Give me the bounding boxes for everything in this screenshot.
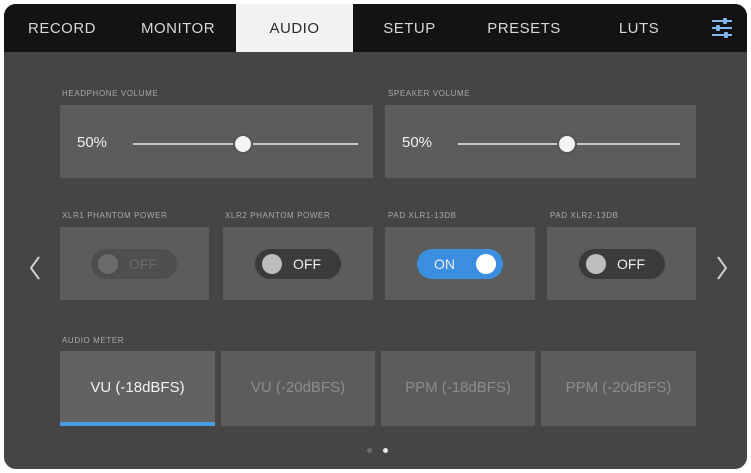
pad-xlr1-panel: ON — [385, 227, 535, 300]
toggle-knob — [262, 254, 282, 274]
xlr1-phantom-power-toggle[interactable]: OFF — [91, 249, 177, 279]
page-dot-1[interactable] — [367, 448, 372, 453]
toggle-state: OFF — [129, 256, 157, 272]
xlr2-phantom-power-toggle[interactable]: OFF — [255, 249, 341, 279]
toggle-knob — [98, 254, 118, 274]
audio-settings-screen: RECORD MONITOR AUDIO SETUP PRESETS LUTS … — [4, 4, 747, 469]
previous-page-button[interactable] — [24, 251, 46, 285]
speaker-volume-panel: 50% — [385, 105, 696, 178]
page-dot-2[interactable] — [383, 448, 388, 453]
headphone-volume-panel: 50% — [60, 105, 373, 178]
tab-luts[interactable]: LUTS — [582, 4, 696, 52]
speaker-volume-label: SPEAKER VOLUME — [388, 89, 471, 98]
sliders-icon — [711, 18, 732, 38]
toggle-knob — [476, 254, 496, 274]
speaker-volume-value: 50% — [402, 134, 433, 151]
xlr1-phantom-power-label: XLR1 PHANTOM POWER — [62, 211, 168, 220]
pad-xlr2-label: PAD XLR2-13dB — [550, 211, 619, 220]
settings-button[interactable] — [696, 4, 747, 52]
option-label: PPM (-18dBFS) — [405, 379, 511, 396]
toggle-state: OFF — [617, 256, 645, 272]
xlr2-phantom-power-panel: OFF — [223, 227, 373, 300]
audio-meter-option-vu-18[interactable]: VU (-18dBFS) — [60, 351, 215, 426]
headphone-volume-knob[interactable] — [233, 134, 253, 154]
pad-xlr2-panel: OFF — [547, 227, 696, 300]
audio-meter-label: AUDIO METER — [62, 336, 125, 345]
toggle-state: ON — [434, 256, 455, 272]
tab-bar: RECORD MONITOR AUDIO SETUP PRESETS LUTS — [4, 4, 747, 52]
tab-audio[interactable]: AUDIO — [236, 4, 353, 52]
tab-monitor[interactable]: MONITOR — [120, 4, 236, 52]
pad-xlr2-toggle[interactable]: OFF — [579, 249, 665, 279]
audio-meter-option-ppm-20[interactable]: PPM (-20dBFS) — [541, 351, 696, 426]
pad-xlr1-label: PAD XLR1-13dB — [388, 211, 457, 220]
headphone-volume-value: 50% — [77, 134, 108, 151]
next-page-button[interactable] — [711, 251, 733, 285]
xlr2-phantom-power-label: XLR2 PHANTOM POWER — [225, 211, 331, 220]
option-label: VU (-20dBFS) — [250, 379, 346, 396]
selected-indicator — [60, 422, 215, 426]
option-label: VU (-18dBFS) — [90, 379, 185, 396]
audio-meter-option-ppm-18[interactable]: PPM (-18dBFS) — [381, 351, 535, 426]
chevron-left-icon — [29, 256, 40, 280]
option-label: PPM (-20dBFS) — [565, 379, 672, 396]
speaker-volume-knob[interactable] — [557, 134, 577, 154]
xlr1-phantom-power-panel: OFF — [60, 227, 209, 300]
audio-meter-option-vu-20[interactable]: VU (-20dBFS) — [221, 351, 375, 426]
tab-record[interactable]: RECORD — [4, 4, 120, 52]
headphone-volume-label: HEADPHONE VOLUME — [62, 89, 159, 98]
toggle-state: OFF — [293, 256, 321, 272]
pad-xlr1-toggle[interactable]: ON — [417, 249, 503, 279]
tab-presets[interactable]: PRESETS — [466, 4, 582, 52]
tab-setup[interactable]: SETUP — [353, 4, 466, 52]
toggle-knob — [586, 254, 606, 274]
chevron-right-icon — [717, 256, 728, 280]
